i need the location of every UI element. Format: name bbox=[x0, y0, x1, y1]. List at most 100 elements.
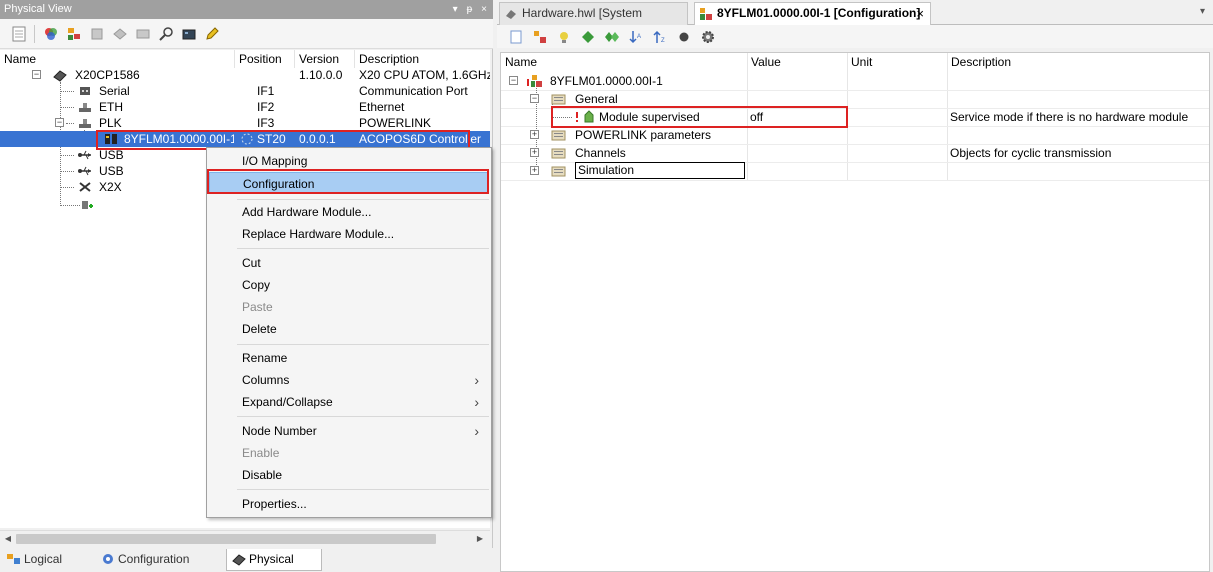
column-name[interactable]: Name bbox=[501, 53, 747, 71]
tab-configuration-view[interactable]: Configuration View bbox=[96, 549, 224, 571]
expand-toggle[interactable]: + bbox=[530, 166, 539, 175]
menu-properties[interactable]: Properties... bbox=[209, 493, 489, 515]
sort-up-icon[interactable]: Z bbox=[649, 27, 670, 47]
color-wheel-icon[interactable] bbox=[40, 24, 61, 44]
add-module-icon[interactable] bbox=[80, 198, 96, 212]
x2x-icon bbox=[77, 180, 93, 194]
tab-configuration-editor-label: 8YFLM01.0000.00I-1 [Configuration] bbox=[717, 6, 921, 20]
doc-icon[interactable] bbox=[8, 24, 29, 44]
column-position[interactable]: Position bbox=[235, 50, 295, 68]
folder-icon bbox=[551, 164, 567, 178]
module-supervised-description: Service mode if there is no hardware mod… bbox=[950, 110, 1189, 124]
panel-dropdown-button[interactable]: ▾ bbox=[453, 0, 458, 19]
submenu-arrow-icon: › bbox=[474, 394, 479, 410]
menu-expand-collapse[interactable]: Expand/Collapse › bbox=[209, 391, 489, 413]
column-name[interactable]: Name bbox=[0, 50, 235, 68]
sort-down-icon[interactable]: A bbox=[625, 27, 646, 47]
collapse-toggle[interactable]: − bbox=[530, 94, 539, 103]
grid-icon[interactable] bbox=[529, 27, 550, 47]
column-description[interactable]: Description bbox=[355, 50, 490, 68]
column-description[interactable]: Description bbox=[947, 53, 1209, 71]
config-row-powerlink[interactable]: + POWERLINK parameters bbox=[501, 127, 1209, 143]
controller-icon[interactable] bbox=[178, 24, 199, 44]
close-icon[interactable]: × bbox=[916, 3, 924, 24]
config-row-root[interactable]: − 8YFLM01.0000.00I-1 bbox=[501, 73, 1209, 89]
module-icon[interactable] bbox=[86, 24, 107, 44]
page-icon[interactable] bbox=[505, 27, 526, 47]
collapse-toggle[interactable]: − bbox=[55, 118, 64, 127]
config-row-module-supervised[interactable]: Module supervised off Service mode if th… bbox=[501, 109, 1209, 125]
menu-io-mapping[interactable]: I/O Mapping bbox=[209, 150, 489, 172]
menu-paste[interactable]: Paste bbox=[209, 296, 489, 318]
pen-icon[interactable] bbox=[201, 24, 222, 44]
scroll-thumb[interactable] bbox=[16, 534, 436, 544]
tree-row-serial[interactable]: Serial IF1 Communication Port bbox=[0, 83, 490, 99]
eth-description: Ethernet bbox=[359, 100, 405, 114]
module-icon[interactable] bbox=[109, 24, 130, 44]
collapse-toggle[interactable]: − bbox=[509, 76, 518, 85]
tree-row-acopos6d[interactable]: 8YFLM01.0000.00I-1 ST20 0.0.0.1 ACOPOS6D… bbox=[0, 131, 490, 147]
usb-icon bbox=[77, 164, 93, 178]
menu-copy[interactable]: Copy bbox=[209, 274, 489, 296]
logical-view-icon bbox=[6, 552, 22, 566]
menu-replace-hardware-module[interactable]: Replace Hardware Module... bbox=[209, 223, 489, 245]
tab-list-dropdown-icon[interactable]: ▾ bbox=[1200, 6, 1205, 17]
editor-toolbar: A Z bbox=[497, 25, 1213, 48]
acopos-description: ACOPOS6D Controller bbox=[359, 132, 482, 146]
config-row-general[interactable]: − General bbox=[501, 91, 1209, 107]
config-powerlink-description bbox=[950, 127, 1208, 143]
record-icon[interactable] bbox=[673, 27, 694, 47]
tab-logical-view[interactable]: Logical View bbox=[2, 549, 92, 571]
column-value[interactable]: Value bbox=[747, 53, 847, 71]
menu-delete[interactable]: Delete bbox=[209, 318, 489, 340]
config-powerlink-name: POWERLINK parameters bbox=[575, 128, 712, 142]
horizontal-scrollbar[interactable]: ◀ ▶ bbox=[0, 530, 490, 547]
panel-close-button[interactable]: × bbox=[481, 0, 487, 19]
diamonds-icon[interactable] bbox=[601, 27, 622, 47]
parameter-icon bbox=[583, 110, 599, 124]
folder-icon bbox=[551, 92, 567, 106]
acopos-module-icon bbox=[103, 132, 119, 146]
menu-rename[interactable]: Rename bbox=[209, 347, 489, 369]
tree-row-root[interactable]: − X20CP1586 1.10.0.0 X20 CPU ATOM, 1.6GH… bbox=[0, 67, 490, 83]
serial-position: IF1 bbox=[257, 84, 275, 98]
gear-icon[interactable] bbox=[697, 27, 718, 47]
search-icon[interactable] bbox=[155, 24, 176, 44]
scroll-left-icon[interactable]: ◀ bbox=[2, 533, 14, 545]
plk-position: IF3 bbox=[257, 116, 275, 130]
scroll-right-icon[interactable]: ▶ bbox=[474, 533, 486, 545]
column-version[interactable]: Version bbox=[295, 50, 355, 68]
hw-tree-icon[interactable] bbox=[63, 24, 84, 44]
svg-text:A: A bbox=[637, 34, 641, 40]
serial-description: Communication Port bbox=[359, 84, 468, 98]
collapse-toggle[interactable]: − bbox=[32, 70, 41, 79]
plk-name: PLK bbox=[99, 116, 122, 130]
column-unit[interactable]: Unit bbox=[847, 53, 947, 71]
menu-enable[interactable]: Enable bbox=[209, 442, 489, 464]
menu-columns[interactable]: Columns › bbox=[209, 369, 489, 391]
module-supervised-value[interactable]: off bbox=[750, 109, 845, 125]
menu-node-number[interactable]: Node Number › bbox=[209, 420, 489, 442]
context-menu: I/O Mapping Configuration Add Hardware M… bbox=[206, 147, 492, 518]
tab-hardware-hwl[interactable]: Hardware.hwl [System Designer] bbox=[499, 2, 688, 41]
config-row-simulation[interactable]: + Simulation bbox=[501, 162, 1209, 179]
menu-configuration[interactable]: Configuration bbox=[209, 172, 489, 194]
menu-add-hardware-module[interactable]: Add Hardware Module... bbox=[209, 201, 489, 223]
config-row-channels[interactable]: + Channels Objects for cyclic transmissi… bbox=[501, 145, 1209, 161]
expand-toggle[interactable]: + bbox=[530, 148, 539, 157]
menu-cut[interactable]: Cut bbox=[209, 252, 489, 274]
tree-row-plk[interactable]: − PLK IF3 POWERLINK bbox=[0, 115, 490, 131]
tab-configuration-editor[interactable]: 8YFLM01.0000.00I-1 [Configuration] × bbox=[694, 2, 931, 26]
module-icon[interactable] bbox=[132, 24, 153, 44]
tree-row-eth[interactable]: ETH IF2 Ethernet bbox=[0, 99, 490, 115]
bulb-icon[interactable] bbox=[553, 27, 574, 47]
panel-pin-button[interactable]: ᵽ bbox=[467, 0, 473, 19]
menu-disable[interactable]: Disable bbox=[209, 464, 489, 486]
folder-icon bbox=[551, 146, 567, 160]
tab-physical-view[interactable]: Physical View bbox=[226, 549, 322, 571]
expand-toggle[interactable]: + bbox=[530, 130, 539, 139]
acopos-position: ST20 bbox=[257, 132, 286, 146]
hardware-icon bbox=[504, 7, 518, 21]
configuration-tree: Name Value Unit Description − 8YFLM01.00… bbox=[500, 52, 1210, 572]
diamond-icon[interactable] bbox=[577, 27, 598, 47]
